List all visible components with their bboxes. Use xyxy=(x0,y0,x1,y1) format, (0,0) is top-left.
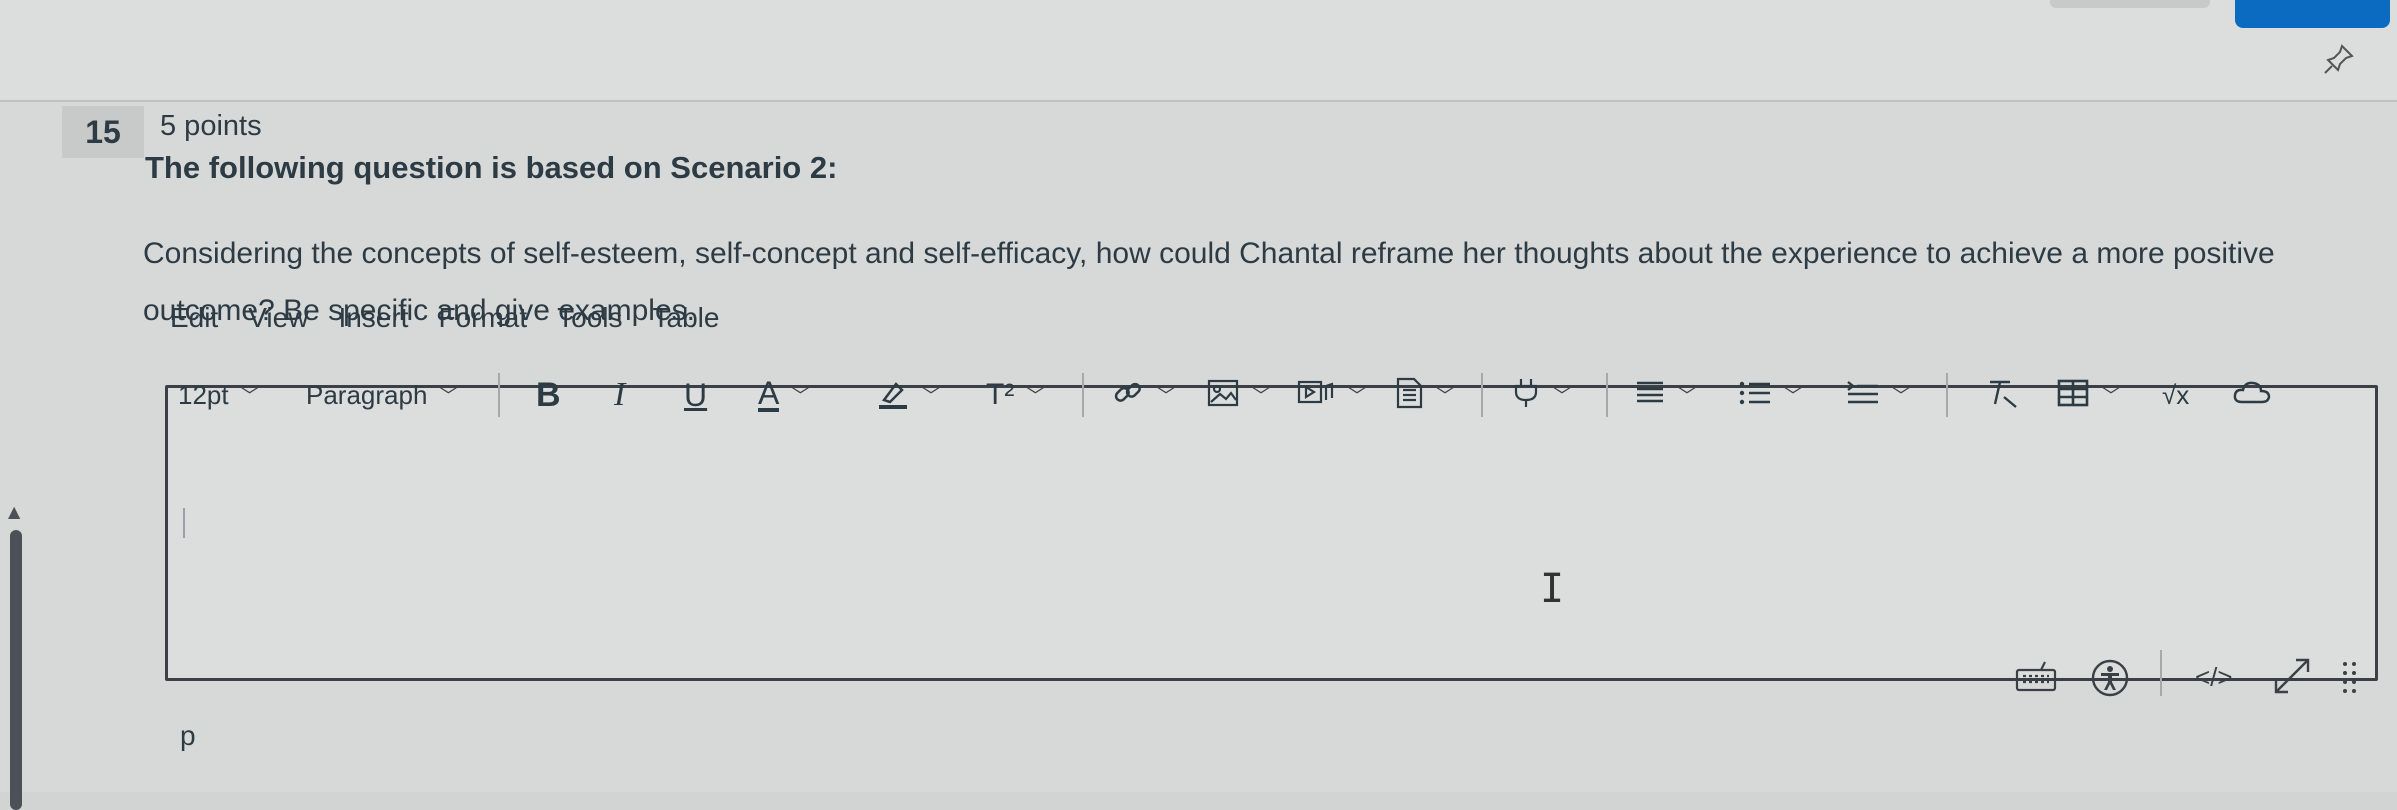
submit-button[interactable] xyxy=(2235,0,2390,28)
superscript-icon: T² xyxy=(986,378,1015,411)
menu-insert[interactable]: Insert xyxy=(338,302,408,334)
underline-icon: U xyxy=(684,376,708,413)
chevron-down-icon: ﹀ xyxy=(791,386,810,406)
bold-icon: B xyxy=(536,375,561,414)
editor-statusbar: p </> xyxy=(165,640,2372,751)
plugin-button[interactable]: ﹀ xyxy=(1511,365,1571,425)
text-cursor xyxy=(183,508,185,538)
chevron-down-icon: ﹀ xyxy=(1436,386,1454,406)
mouse-ibeam-icon: I xyxy=(1540,566,1565,612)
keyboard-icon[interactable] xyxy=(2015,660,2057,699)
superscript-button[interactable]: T² ﹀ xyxy=(986,365,1044,425)
block-format-select[interactable]: Paragraph ﹀ xyxy=(306,365,457,425)
underline-button[interactable]: U xyxy=(684,365,707,425)
resize-handle-icon[interactable] xyxy=(2340,658,2360,703)
html-editor-button[interactable]: </> xyxy=(2195,662,2233,693)
plugin-icon xyxy=(1511,376,1541,415)
element-path[interactable]: p xyxy=(180,720,196,752)
return-button[interactable] xyxy=(2050,0,2210,8)
menu-view[interactable]: View xyxy=(248,302,308,334)
media-button[interactable]: ﹀ xyxy=(1296,365,1366,425)
clear-format-icon xyxy=(1984,377,2018,414)
chevron-down-icon: ﹀ xyxy=(2102,386,2120,406)
image-icon xyxy=(1206,378,1240,413)
link-icon xyxy=(1111,376,1145,415)
cloud-button[interactable] xyxy=(2232,365,2272,425)
chevron-down-icon: ﹀ xyxy=(922,386,940,406)
highlight-icon xyxy=(876,376,910,415)
link-button[interactable]: ﹀ xyxy=(1111,365,1175,425)
scroll-up-icon[interactable]: ▲ xyxy=(8,502,20,521)
document-icon xyxy=(1394,376,1424,415)
font-size-value: 12pt xyxy=(178,379,229,410)
clear-format-button[interactable] xyxy=(1984,365,2018,425)
chevron-down-icon: ﹀ xyxy=(1157,386,1175,406)
question-number: 15 xyxy=(62,106,144,158)
pin-icon[interactable] xyxy=(2322,42,2356,84)
menu-tools[interactable]: Tools xyxy=(557,302,622,334)
editor-toolbar: 12pt ﹀ Paragraph ﹀ B I U A ﹀ ﹀ T² ﹀ ﹀ ﹀ … xyxy=(176,365,2326,425)
table-icon xyxy=(2056,378,2090,413)
align-icon xyxy=(1634,378,1666,413)
highlight-color-button[interactable]: ﹀ xyxy=(876,365,940,425)
indent-icon xyxy=(1846,378,1880,413)
media-icon xyxy=(1296,378,1336,413)
statusbar-separator xyxy=(2160,650,2162,696)
menu-table[interactable]: Table xyxy=(653,302,720,334)
accessibility-icon[interactable] xyxy=(2090,658,2130,703)
cloud-icon xyxy=(2232,378,2272,413)
chevron-down-icon: ﹀ xyxy=(1678,386,1696,406)
align-button[interactable]: ﹀ xyxy=(1634,365,1696,425)
italic-icon: I xyxy=(614,376,626,413)
toolbar-separator xyxy=(1606,373,1608,417)
menu-format[interactable]: Format xyxy=(438,302,527,334)
menu-edit[interactable]: Edit xyxy=(170,302,218,334)
bold-button[interactable]: B xyxy=(536,365,561,425)
block-format-value: Paragraph xyxy=(306,379,428,410)
italic-button[interactable]: I xyxy=(614,365,625,425)
chevron-down-icon: ﹀ xyxy=(1348,386,1366,406)
toolbar-separator xyxy=(1481,373,1483,417)
bullet-list-icon xyxy=(1738,378,1772,413)
text-color-icon: A xyxy=(758,375,780,412)
chevron-down-icon: ﹀ xyxy=(240,386,259,406)
toolbar-separator xyxy=(498,373,500,417)
scrollbar[interactable] xyxy=(10,530,22,810)
top-strip xyxy=(0,0,2397,100)
text-color-button[interactable]: A ﹀ xyxy=(758,365,809,425)
table-button[interactable]: ﹀ xyxy=(2056,365,2120,425)
chevron-down-icon: ﹀ xyxy=(439,386,458,406)
math-icon: √x xyxy=(2162,379,2190,410)
toolbar-separator xyxy=(1082,373,1084,417)
chevron-down-icon: ﹀ xyxy=(1892,386,1910,406)
toolbar-separator xyxy=(1946,373,1948,417)
chevron-down-icon: ﹀ xyxy=(1252,386,1270,406)
editor-menubar: Edit View Insert Format Tools Table xyxy=(170,302,719,334)
chevron-down-icon: ﹀ xyxy=(1553,386,1571,406)
chevron-down-icon: ﹀ xyxy=(1026,386,1045,406)
document-button[interactable]: ﹀ xyxy=(1394,365,1454,425)
chevron-down-icon: ﹀ xyxy=(1784,386,1802,406)
rich-text-editor[interactable]: I xyxy=(165,385,2378,681)
fullscreen-icon[interactable] xyxy=(2270,654,2314,703)
question-points: 5 points xyxy=(160,110,262,142)
list-button[interactable]: ﹀ xyxy=(1738,365,1802,425)
math-button[interactable]: √x xyxy=(2162,365,2189,425)
font-size-select[interactable]: 12pt ﹀ xyxy=(178,365,259,425)
indent-button[interactable]: ﹀ xyxy=(1846,365,1910,425)
image-button[interactable]: ﹀ xyxy=(1206,365,1270,425)
